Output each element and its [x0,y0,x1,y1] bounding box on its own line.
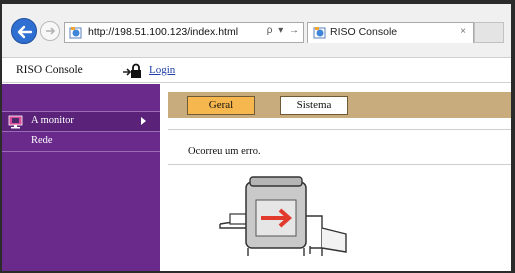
back-arrow-icon [17,25,33,39]
sidebar-item-label: Rede [31,135,53,146]
search-icon[interactable]: ρ [267,25,273,36]
monitor-icon [8,115,23,129]
error-message: Ocorreu um erro. [188,146,261,157]
divider [168,129,511,130]
forward-button[interactable] [40,21,60,41]
browser-chrome: http://198.51.100.123/index.html ρ ▾ → R… [2,4,511,58]
sidebar-item-label: A monitor [31,115,74,126]
tab-bar: Geral Sistema [168,92,511,118]
tab-sistema[interactable]: Sistema [280,96,348,115]
login-link[interactable]: Login [149,64,175,76]
printer-error-illustration [219,176,347,256]
url-text[interactable]: http://198.51.100.123/index.html [88,26,238,38]
browser-tab[interactable]: RISO Console × [307,22,474,43]
main-content: Geral Sistema Ocorreu um erro. [160,84,511,271]
tab-geral[interactable]: Geral [187,96,255,115]
divider [168,164,511,165]
address-bar[interactable]: http://198.51.100.123/index.html ρ ▾ → [64,22,304,43]
ie-page-icon [313,27,326,39]
sidebar-item-rede[interactable]: Rede [2,132,160,152]
forward-arrow-icon [46,27,56,35]
brand-title: RISO Console [16,64,83,76]
ie-page-icon [69,27,82,39]
sidebar: A monitor Rede [2,84,160,271]
sidebar-top [2,84,160,112]
dropdown-icon[interactable]: ▾ [278,25,283,36]
go-icon[interactable]: → [289,25,299,36]
browser-window: http://198.51.100.123/index.html ρ ▾ → R… [2,4,511,271]
address-tools: ρ ▾ → [264,25,299,41]
chevron-right-icon [141,117,146,125]
sidebar-item-monitor[interactable]: A monitor [2,112,160,132]
close-icon[interactable]: × [460,26,466,37]
tab-title: RISO Console [330,26,398,38]
new-tab-button[interactable] [474,22,504,43]
site-header: RISO Console Login [2,58,511,83]
padlock-icon [123,63,141,78]
back-button[interactable] [11,18,37,44]
